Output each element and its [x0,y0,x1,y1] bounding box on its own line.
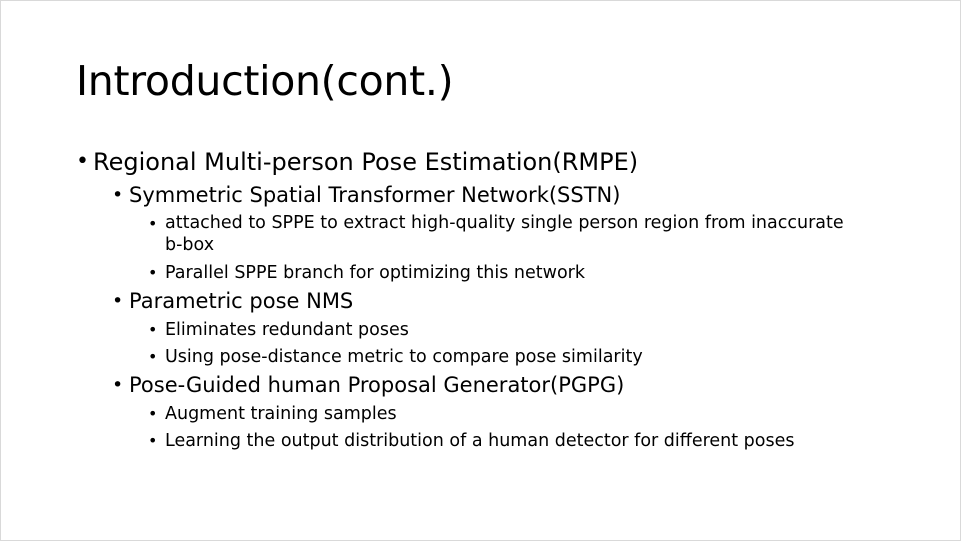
bullet-icon: • [112,374,124,396]
bullet-text: Parametric pose NMS [129,289,354,313]
bullet-icon: • [148,347,158,366]
bullet-text-line-2: b-box [165,235,215,255]
bullet-icon: • [148,431,158,450]
bullet-icon: • [76,149,89,174]
bullet-text: Pose-Guided human Proposal Generator(PGP… [129,373,625,397]
bullet-text: Learning the output distribution of a hu… [165,431,795,451]
bullet-text: Augment training samples [165,404,397,424]
bullet-icon: • [112,290,124,312]
bullet-icon: • [148,320,158,339]
bullet-icon: • [112,184,124,206]
bullet-text: Symmetric Spatial Transformer Network(SS… [129,183,621,207]
bullet-icon: • [148,263,158,282]
bullet-icon: • [148,214,158,233]
slide-title: Introduction(cont.) [76,57,454,105]
bullet-text-line-1: attached to SPPE to extract high-quality… [165,213,844,233]
bullet-text: Using pose-distance metric to compare po… [165,347,643,367]
bullet-icon: • [148,404,158,423]
bullet-text: Eliminates redundant poses [165,320,409,340]
bullet-text: Regional Multi-person Pose Estimation(RM… [93,148,639,176]
bullet-text: Parallel SPPE branch for optimizing this… [165,263,585,283]
slide: Introduction(cont.) • Regional Multi-per… [0,0,961,541]
